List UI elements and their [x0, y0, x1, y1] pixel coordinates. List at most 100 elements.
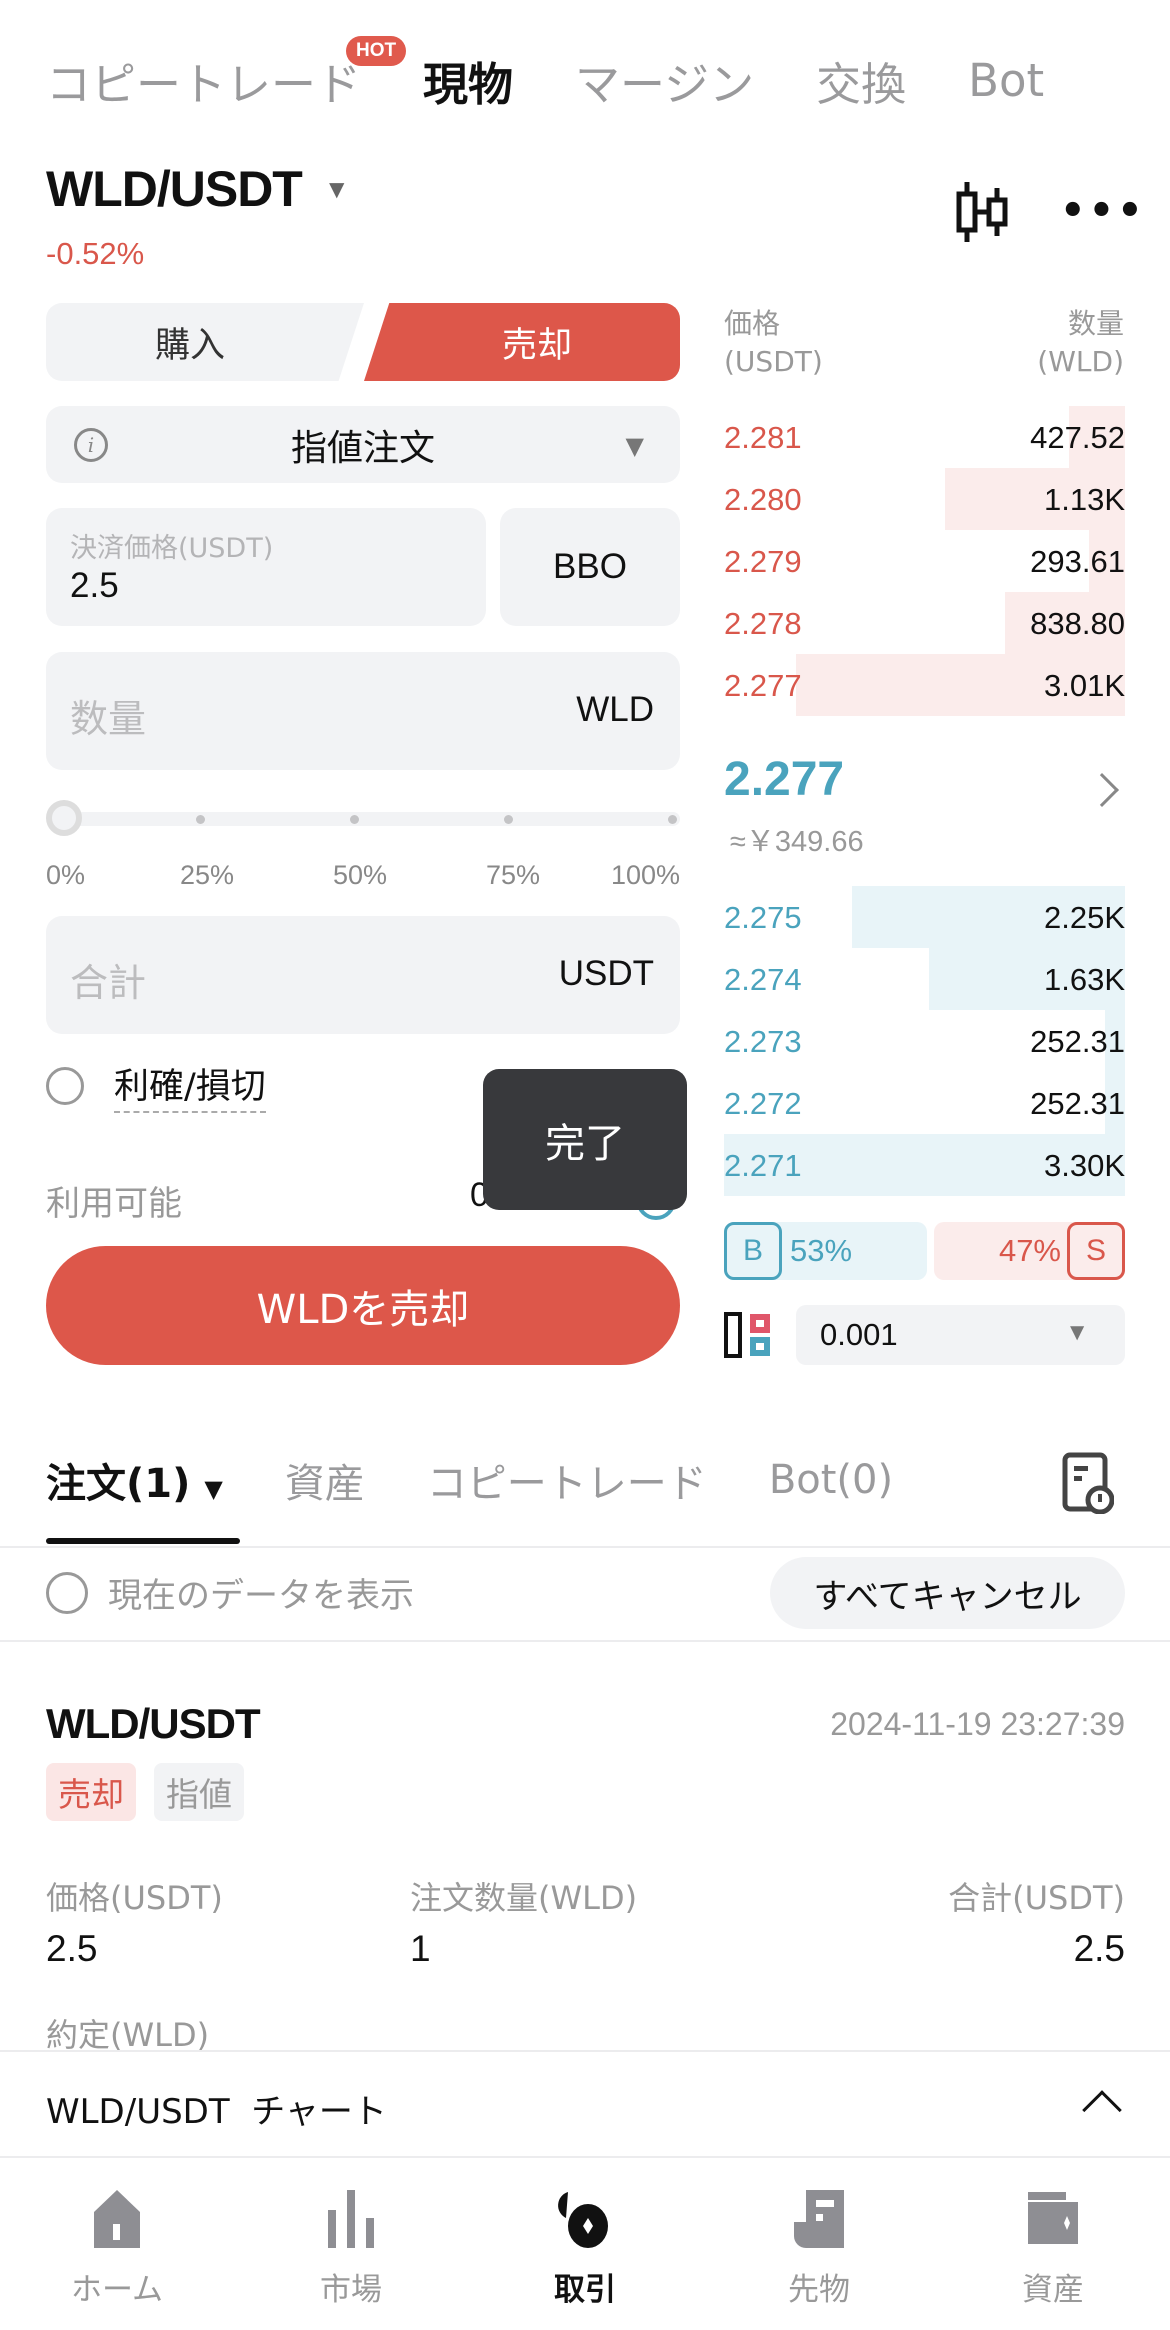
more-icon[interactable]: •••: [1060, 191, 1146, 231]
order-qty-label: 注文数量(WLD): [410, 1879, 638, 1917]
ask-row[interactable]: 2.280 1.13K: [724, 468, 1125, 530]
ask-quantity: 838.80: [1030, 606, 1125, 641]
total-unit: USDT: [558, 954, 654, 993]
orderbook-layout-icon[interactable]: [724, 1310, 774, 1360]
chevron-right-icon[interactable]: [1085, 773, 1119, 807]
tab-copy-trade[interactable]: コピートレード: [427, 1451, 707, 1509]
bid-row[interactable]: 2.274 1.63K: [724, 948, 1125, 1010]
last-price-fiat: ≈￥349.66: [730, 826, 864, 858]
ask-price: 2.279: [724, 544, 802, 579]
top-tabs: コピートレード HOT 現物 マージン 交換 Bot: [46, 35, 1106, 116]
price-change: -0.52%: [46, 236, 145, 271]
chart-panel-toggle[interactable]: WLD/USDT チャート: [0, 2050, 1170, 2158]
futures-icon: [794, 2190, 844, 2248]
order-type-select[interactable]: i 指値注文 ▼: [46, 406, 680, 483]
cancel-all-button[interactable]: すべてキャンセル: [770, 1557, 1125, 1629]
slider-label: 50%: [333, 860, 388, 890]
active-tab-indicator: [46, 1538, 240, 1544]
ask-quantity: 3.01K: [1043, 668, 1125, 703]
tpsl-label: 利確/損切: [114, 1058, 266, 1113]
home-icon: [94, 2190, 140, 2248]
price-value[interactable]: 2.5: [70, 566, 119, 606]
bid-row[interactable]: 2.275 2.25K: [724, 886, 1125, 948]
slider-handle[interactable]: [46, 800, 82, 836]
slider-step-75[interactable]: [504, 815, 513, 824]
depth-precision-value: 0.001: [820, 1317, 898, 1352]
tab-convert[interactable]: 交換: [816, 48, 906, 113]
order-pair[interactable]: WLD/USDT: [46, 1700, 261, 1748]
nav-label: 先物: [788, 2272, 850, 2308]
order-price-value: 2.5: [46, 1928, 98, 1969]
order-history-icon[interactable]: [1062, 1452, 1114, 1514]
quantity-placeholder: 数量: [70, 697, 147, 741]
slider-label: 0%: [46, 860, 86, 890]
slider-step-25[interactable]: [196, 815, 205, 824]
buy-percent: 53%: [790, 1233, 853, 1268]
sell-tab[interactable]: 売却: [364, 303, 680, 381]
divider: [0, 1546, 1170, 1548]
tab-spot[interactable]: 現物: [423, 48, 513, 113]
toast-message: 完了: [483, 1069, 687, 1210]
slider-labels: 0% 25% 50% 75% 100%: [46, 860, 680, 900]
tab-copy-trade[interactable]: コピートレード HOT: [46, 35, 407, 113]
sell-submit-button[interactable]: WLDを売却: [46, 1246, 680, 1365]
buy-tab[interactable]: 購入: [46, 303, 364, 381]
tpsl-radio[interactable]: [46, 1066, 84, 1105]
quantity-input[interactable]: 数量 WLD: [46, 652, 680, 770]
bid-quantity: 2.25K: [1043, 900, 1125, 935]
ask-price: 2.277: [724, 668, 802, 703]
total-input[interactable]: 合計 USDT: [46, 916, 680, 1034]
nav-trade[interactable]: 取引: [468, 2160, 702, 2330]
order-side-tag: 売却: [46, 1763, 136, 1821]
tab-bot[interactable]: Bot(0): [769, 1457, 893, 1503]
info-icon[interactable]: i: [74, 428, 108, 462]
show-current-radio[interactable]: [46, 1571, 88, 1614]
bottom-nav: ホーム 市場 取引 先物 資産: [0, 2160, 1170, 2330]
nav-home[interactable]: ホーム: [0, 2160, 234, 2330]
slider-step-100[interactable]: [668, 815, 677, 824]
slider-track: [56, 812, 680, 826]
nav-assets[interactable]: 資産: [936, 2160, 1170, 2330]
ask-row[interactable]: 2.278 838.80: [724, 592, 1125, 654]
chevron-up-icon[interactable]: [1082, 2090, 1122, 2130]
price-input[interactable]: 決済価格(USDT) 2.5: [46, 508, 486, 626]
bid-price: 2.271: [724, 1148, 802, 1183]
tab-orders[interactable]: 注文(1) ▼: [46, 1451, 223, 1509]
tab-assets[interactable]: 資産: [285, 1451, 365, 1509]
bid-row[interactable]: 2.271 3.30K: [724, 1134, 1125, 1196]
ask-row[interactable]: 2.281 427.52: [724, 406, 1125, 468]
order-tabs: 注文(1) ▼ 資産 コピートレード Bot(0): [46, 1450, 955, 1510]
slider-label: 100%: [610, 860, 680, 890]
order-qty-value: 1: [410, 1928, 431, 1969]
tpsl-option[interactable]: 利確/損切: [46, 1058, 266, 1113]
trade-icon: [558, 2192, 608, 2248]
tab-margin[interactable]: マージン: [575, 48, 754, 113]
assets-icon: [1028, 2192, 1078, 2244]
bid-price: 2.275: [724, 900, 802, 935]
bid-row[interactable]: 2.272 252.31: [724, 1072, 1125, 1134]
sell-ratio: 47% S: [934, 1222, 1125, 1280]
bid-quantity: 1.63K: [1043, 962, 1125, 997]
last-price: 2.277: [724, 753, 845, 806]
nav-market[interactable]: 市場: [234, 2160, 468, 2330]
side-toggle: 購入 売却: [46, 303, 680, 381]
slider-step-50[interactable]: [350, 815, 359, 824]
ask-row[interactable]: 2.277 3.01K: [724, 654, 1125, 716]
tab-bot[interactable]: Bot: [968, 54, 1044, 107]
pair-selector[interactable]: WLD/USDT ▼: [46, 160, 350, 218]
caret-down-icon: ▼: [625, 432, 644, 460]
bid-quantity: 252.31: [1030, 1024, 1125, 1059]
ask-quantity: 293.61: [1030, 544, 1125, 579]
ask-row[interactable]: 2.279 293.61: [724, 530, 1125, 592]
order-type-value: 指値注文: [290, 427, 435, 469]
amount-slider[interactable]: [46, 800, 680, 836]
bid-row[interactable]: 2.273 252.31: [724, 1010, 1125, 1072]
bbo-button[interactable]: BBO: [500, 508, 680, 626]
nav-label: 取引: [554, 2272, 616, 2308]
candlestick-chart-icon[interactable]: [955, 180, 1011, 244]
qty-header: 数量 (WLD): [1037, 307, 1124, 378]
depth-precision-select[interactable]: 0.001 ▼: [796, 1305, 1125, 1365]
show-current-toggle[interactable]: 現在のデータを表示: [46, 1568, 414, 1617]
nav-futures[interactable]: 先物: [702, 2160, 936, 2330]
show-current-label: 現在のデータを表示: [108, 1576, 414, 1616]
